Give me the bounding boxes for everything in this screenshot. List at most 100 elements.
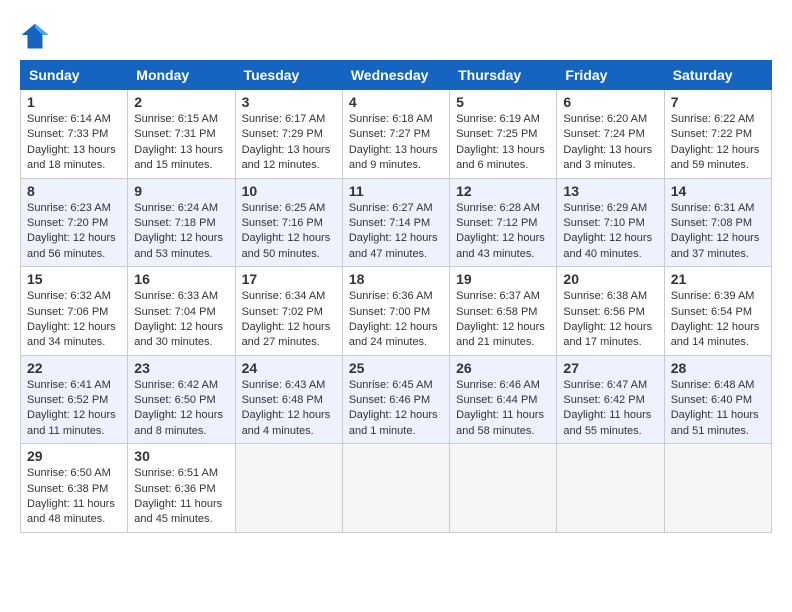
day-info: Sunrise: 6:43 AM Sunset: 6:48 PM Dayligh… <box>242 378 336 440</box>
calendar-cell: 14 Sunrise: 6:31 AM Sunset: 7:08 PM Dayli… <box>664 178 771 267</box>
calendar-cell: 23 Sunrise: 6:42 AM Sunset: 6:50 PM Dayli… <box>128 355 235 444</box>
day-info: Sunrise: 6:14 AM Sunset: 7:33 PM Dayligh… <box>27 112 121 174</box>
calendar-cell: 19 Sunrise: 6:37 AM Sunset: 6:58 PM Dayli… <box>450 267 557 356</box>
day-info: Sunrise: 6:24 AM Sunset: 7:18 PM Dayligh… <box>134 201 228 263</box>
day-number: 5 <box>456 94 550 110</box>
day-number: 8 <box>27 183 121 199</box>
day-info: Sunrise: 6:25 AM Sunset: 7:16 PM Dayligh… <box>242 201 336 263</box>
day-info: Sunrise: 6:42 AM Sunset: 6:50 PM Dayligh… <box>134 378 228 440</box>
calendar-cell <box>664 444 771 533</box>
calendar-cell: 10 Sunrise: 6:25 AM Sunset: 7:16 PM Dayli… <box>235 178 342 267</box>
header-friday: Friday <box>557 61 664 90</box>
page-header <box>20 20 772 50</box>
calendar-cell: 9 Sunrise: 6:24 AM Sunset: 7:18 PM Daylig… <box>128 178 235 267</box>
day-info: Sunrise: 6:36 AM Sunset: 7:00 PM Dayligh… <box>349 289 443 351</box>
day-number: 20 <box>563 271 657 287</box>
calendar-cell: 17Sunrise: 6:34 AM Sunset: 7:02 PM Dayli… <box>235 267 342 356</box>
calendar-cell: 21 Sunrise: 6:39 AM Sunset: 6:54 PM Dayli… <box>664 267 771 356</box>
calendar-cell: 28 Sunrise: 6:48 AM Sunset: 6:40 PM Dayli… <box>664 355 771 444</box>
calendar-cell: 12 Sunrise: 6:28 AM Sunset: 7:12 PM Dayli… <box>450 178 557 267</box>
day-number: 25 <box>349 360 443 376</box>
calendar-week-row: 22 Sunrise: 6:41 AM Sunset: 6:52 PM Dayli… <box>21 355 772 444</box>
day-number: 4 <box>349 94 443 110</box>
header-wednesday: Wednesday <box>342 61 449 90</box>
calendar-cell: 5 Sunrise: 6:19 AM Sunset: 7:25 PM Daylig… <box>450 90 557 179</box>
day-info: Sunrise: 6:45 AM Sunset: 6:46 PM Dayligh… <box>349 378 443 440</box>
day-info: Sunrise: 6:48 AM Sunset: 6:40 PM Dayligh… <box>671 378 765 440</box>
header-tuesday: Tuesday <box>235 61 342 90</box>
day-number: 21 <box>671 271 765 287</box>
day-info: Sunrise: 6:37 AM Sunset: 6:58 PM Dayligh… <box>456 289 550 351</box>
calendar-cell: 22 Sunrise: 6:41 AM Sunset: 6:52 PM Dayli… <box>21 355 128 444</box>
day-info: Sunrise: 6:51 AM Sunset: 6:36 PM Dayligh… <box>134 466 228 528</box>
logo-icon <box>20 20 50 50</box>
calendar-cell: 27Sunrise: 6:47 AM Sunset: 6:42 PM Dayli… <box>557 355 664 444</box>
day-number: 22 <box>27 360 121 376</box>
day-info: Sunrise: 6:38 AM Sunset: 6:56 PM Dayligh… <box>563 289 657 351</box>
calendar-cell: 18Sunrise: 6:36 AM Sunset: 7:00 PM Dayli… <box>342 267 449 356</box>
calendar-cell <box>342 444 449 533</box>
calendar-week-row: 1 Sunrise: 6:14 AM Sunset: 7:33 PM Daylig… <box>21 90 772 179</box>
day-number: 29 <box>27 448 121 464</box>
calendar-cell: 29 Sunrise: 6:50 AM Sunset: 6:38 PM Dayli… <box>21 444 128 533</box>
day-number: 30 <box>134 448 228 464</box>
day-number: 10 <box>242 183 336 199</box>
calendar-week-row: 29 Sunrise: 6:50 AM Sunset: 6:38 PM Dayli… <box>21 444 772 533</box>
header-row: SundayMondayTuesdayWednesdayThursdayFrid… <box>21 61 772 90</box>
day-info: Sunrise: 6:19 AM Sunset: 7:25 PM Dayligh… <box>456 112 550 174</box>
header-monday: Monday <box>128 61 235 90</box>
day-info: Sunrise: 6:23 AM Sunset: 7:20 PM Dayligh… <box>27 201 121 263</box>
day-number: 28 <box>671 360 765 376</box>
calendar-cell: 11 Sunrise: 6:27 AM Sunset: 7:14 PM Dayli… <box>342 178 449 267</box>
calendar-cell: 4 Sunrise: 6:18 AM Sunset: 7:27 PM Daylig… <box>342 90 449 179</box>
day-info: Sunrise: 6:31 AM Sunset: 7:08 PM Dayligh… <box>671 201 765 263</box>
day-info: Sunrise: 6:32 AM Sunset: 7:06 PM Dayligh… <box>27 289 121 351</box>
day-number: 1 <box>27 94 121 110</box>
day-info: Sunrise: 6:18 AM Sunset: 7:27 PM Dayligh… <box>349 112 443 174</box>
calendar-cell: 15 Sunrise: 6:32 AM Sunset: 7:06 PM Dayli… <box>21 267 128 356</box>
day-number: 26 <box>456 360 550 376</box>
calendar-cell: 6 Sunrise: 6:20 AM Sunset: 7:24 PM Daylig… <box>557 90 664 179</box>
header-sunday: Sunday <box>21 61 128 90</box>
day-number: 14 <box>671 183 765 199</box>
calendar-cell: 30 Sunrise: 6:51 AM Sunset: 6:36 PM Dayli… <box>128 444 235 533</box>
calendar-cell: 3Sunrise: 6:17 AM Sunset: 7:29 PM Daylig… <box>235 90 342 179</box>
day-info: Sunrise: 6:34 AM Sunset: 7:02 PM Dayligh… <box>242 289 336 351</box>
calendar-cell: 26 Sunrise: 6:46 AM Sunset: 6:44 PM Dayli… <box>450 355 557 444</box>
day-number: 7 <box>671 94 765 110</box>
calendar-cell <box>450 444 557 533</box>
day-number: 13 <box>563 183 657 199</box>
calendar-cell: 7 Sunrise: 6:22 AM Sunset: 7:22 PM Daylig… <box>664 90 771 179</box>
day-number: 19 <box>456 271 550 287</box>
day-info: Sunrise: 6:39 AM Sunset: 6:54 PM Dayligh… <box>671 289 765 351</box>
day-number: 15 <box>27 271 121 287</box>
day-number: 11 <box>349 183 443 199</box>
day-info: Sunrise: 6:27 AM Sunset: 7:14 PM Dayligh… <box>349 201 443 263</box>
day-number: 9 <box>134 183 228 199</box>
day-info: Sunrise: 6:33 AM Sunset: 7:04 PM Dayligh… <box>134 289 228 351</box>
calendar-cell: 1 Sunrise: 6:14 AM Sunset: 7:33 PM Daylig… <box>21 90 128 179</box>
calendar-cell: 25 Sunrise: 6:45 AM Sunset: 6:46 PM Dayli… <box>342 355 449 444</box>
calendar-cell: 16Sunrise: 6:33 AM Sunset: 7:04 PM Dayli… <box>128 267 235 356</box>
calendar-cell <box>235 444 342 533</box>
calendar-cell: 8 Sunrise: 6:23 AM Sunset: 7:20 PM Daylig… <box>21 178 128 267</box>
calendar-cell: 13 Sunrise: 6:29 AM Sunset: 7:10 PM Dayli… <box>557 178 664 267</box>
day-number: 3 <box>242 94 336 110</box>
day-info: Sunrise: 6:50 AM Sunset: 6:38 PM Dayligh… <box>27 466 121 528</box>
calendar-week-row: 8 Sunrise: 6:23 AM Sunset: 7:20 PM Daylig… <box>21 178 772 267</box>
day-info: Sunrise: 6:22 AM Sunset: 7:22 PM Dayligh… <box>671 112 765 174</box>
logo <box>20 20 54 50</box>
day-number: 23 <box>134 360 228 376</box>
header-saturday: Saturday <box>664 61 771 90</box>
day-info: Sunrise: 6:20 AM Sunset: 7:24 PM Dayligh… <box>563 112 657 174</box>
header-thursday: Thursday <box>450 61 557 90</box>
day-number: 24 <box>242 360 336 376</box>
day-info: Sunrise: 6:29 AM Sunset: 7:10 PM Dayligh… <box>563 201 657 263</box>
day-info: Sunrise: 6:28 AM Sunset: 7:12 PM Dayligh… <box>456 201 550 263</box>
day-info: Sunrise: 6:15 AM Sunset: 7:31 PM Dayligh… <box>134 112 228 174</box>
day-info: Sunrise: 6:41 AM Sunset: 6:52 PM Dayligh… <box>27 378 121 440</box>
day-number: 6 <box>563 94 657 110</box>
day-info: Sunrise: 6:46 AM Sunset: 6:44 PM Dayligh… <box>456 378 550 440</box>
calendar-cell: 20 Sunrise: 6:38 AM Sunset: 6:56 PM Dayli… <box>557 267 664 356</box>
day-number: 12 <box>456 183 550 199</box>
